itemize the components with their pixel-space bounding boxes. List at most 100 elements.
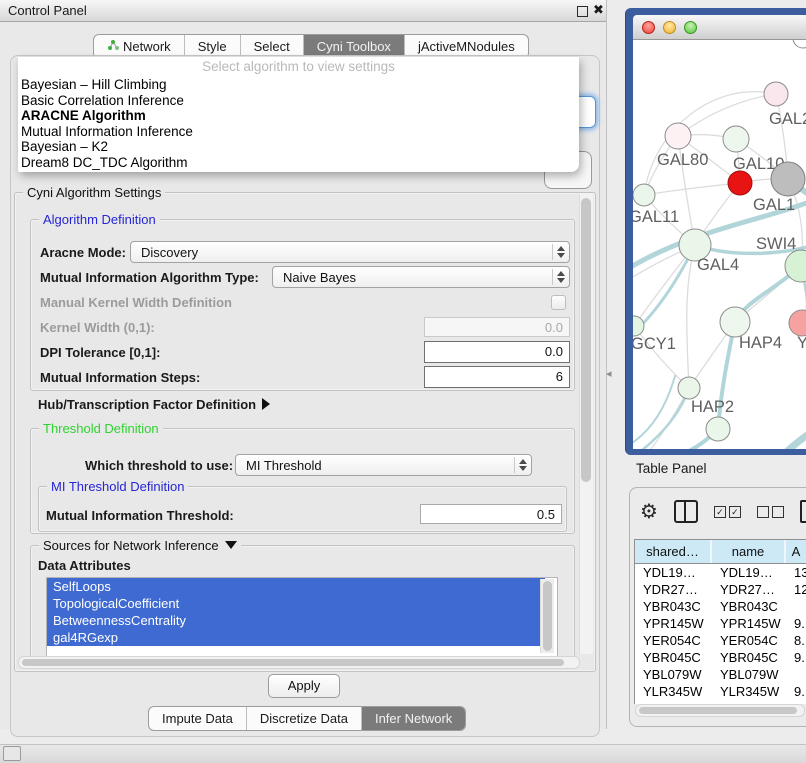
table-panel: ⚙ ✓✓ shared…nameA YDL19…YDL19…13YDR27…YD… — [629, 487, 806, 727]
split-columns-icon[interactable] — [674, 500, 698, 523]
node-GAL80[interactable] — [665, 123, 691, 149]
network-window-titlebar[interactable] — [633, 15, 806, 40]
close-traffic-light-icon[interactable] — [642, 21, 655, 34]
expanded-arrow-icon — [225, 541, 237, 549]
column-header-1[interactable]: shared… — [635, 540, 712, 563]
table-hscrollbar-thumb[interactable] — [639, 707, 797, 714]
table-row[interactable]: YDR27…YDR27…12 — [635, 581, 806, 598]
mi-type-value: Naive Bayes — [273, 270, 552, 285]
node-top-edge-node[interactable] — [793, 40, 806, 48]
apply-button[interactable]: Apply — [268, 674, 340, 698]
kernel-width-label: Kernel Width (0,1): — [40, 320, 155, 335]
node-GAL11[interactable] — [633, 184, 655, 206]
table-cell: 8. — [786, 632, 806, 649]
data-attributes-list[interactable]: SelfLoopsTopologicalCoefficientBetweenne… — [46, 577, 558, 657]
dpi-tolerance-field[interactable]: 0.0 — [424, 341, 570, 363]
deselect-all-icon[interactable] — [757, 506, 784, 518]
node-GAL2[interactable] — [764, 82, 788, 106]
settings-scrollbar-thumb[interactable] — [581, 198, 591, 482]
algorithm-option[interactable]: Dream8 DC_TDC Algorithm — [18, 155, 579, 171]
algorithm-option[interactable]: ARACNE Algorithm — [18, 108, 579, 124]
node-GAL1[interactable] — [728, 171, 752, 195]
select-all-icon[interactable]: ✓✓ — [714, 506, 741, 518]
mi-type-combo[interactable]: Naive Bayes — [272, 266, 570, 288]
aracne-mode-label: Aracne Mode: — [40, 245, 126, 260]
zoom-traffic-light-icon[interactable] — [684, 21, 697, 34]
close-icon[interactable]: ✖ — [593, 2, 604, 18]
node-gray-node[interactable] — [771, 162, 805, 196]
node-Y-node[interactable] — [789, 310, 806, 336]
manual-kernel-label: Manual Kernel Width Definition — [40, 295, 232, 310]
tab-label: Infer Network — [375, 707, 452, 730]
algorithm-option[interactable]: Basic Correlation Inference — [18, 93, 579, 109]
network-edge — [644, 183, 740, 195]
settings-gear-icon[interactable]: ⚙ — [640, 502, 658, 522]
node-GAL10[interactable] — [723, 126, 749, 152]
hub-definition-label: Hub/Transcription Factor Definition — [38, 397, 256, 412]
network-view-window: GAL2GAL80GAL10GAL1GAL11SWI4GAL4GCY1HAP4Y… — [625, 8, 806, 455]
threshold-definition-title: Threshold Definition — [39, 421, 163, 436]
algorithm-option[interactable]: Bayesian – K2 — [18, 139, 579, 155]
settings-vertical-scrollbar[interactable] — [579, 194, 593, 654]
dpi-tolerance-label: DPI Tolerance [0,1]: — [40, 345, 160, 360]
sources-title-text: Sources for Network Inference — [43, 538, 219, 553]
float-icon[interactable] — [577, 6, 588, 17]
collapsed-arrow-icon — [262, 398, 270, 410]
node-HAP4[interactable] — [720, 307, 750, 337]
table-row[interactable]: YLR345WYLR345W9. — [635, 683, 806, 700]
attribute-item[interactable]: SelfLoops — [47, 578, 545, 595]
node-bottom-node[interactable] — [706, 417, 730, 441]
table-row[interactable]: YDL19…YDL19…13 — [635, 564, 806, 581]
mi-threshold-field[interactable]: 0.5 — [420, 504, 562, 524]
table-header-row: shared…nameA — [635, 540, 806, 564]
aracne-mode-combo[interactable]: Discovery — [130, 241, 570, 263]
panel-collapse-handle[interactable]: ◂ — [606, 367, 612, 380]
table-row[interactable]: YBR045CYBR045C9. — [635, 649, 806, 666]
attribute-item[interactable]: TopologicalCoefficient — [47, 595, 545, 612]
mi-steps-label: Mutual Information Steps: — [40, 370, 200, 385]
node-label-GAL1: GAL1 — [753, 196, 795, 214]
attribute-item[interactable]: BetweennessCentrality — [47, 612, 545, 629]
table-row[interactable]: YBL079WYBL079W — [635, 666, 806, 683]
new-table-icon[interactable] — [800, 500, 806, 523]
table-cell: YBL079W — [712, 666, 786, 683]
table-row[interactable]: YBR043CYBR043C — [635, 598, 806, 615]
attribute-item[interactable]: gal4RGexp — [47, 629, 545, 646]
table-cell: YBR045C — [635, 649, 712, 666]
node-HAP2[interactable] — [678, 377, 700, 399]
aracne-mode-value: Discovery — [131, 245, 552, 260]
attributes-vertical-scrollbar[interactable] — [540, 579, 554, 653]
mi-steps-field[interactable]: 6 — [424, 366, 570, 388]
table-toolbar: ⚙ ✓✓ — [640, 500, 806, 523]
network-edge — [633, 376, 675, 445]
tab-discretize-data[interactable]: Discretize Data — [246, 707, 361, 730]
minimize-traffic-light-icon[interactable] — [663, 21, 676, 34]
table-cell: YDL19… — [712, 564, 786, 581]
kernel-width-field[interactable]: 0.0 — [424, 317, 570, 337]
tab-infer-network[interactable]: Infer Network — [361, 707, 465, 730]
manual-kernel-checkbox[interactable] — [551, 295, 566, 310]
minimized-panel-button[interactable] — [3, 746, 21, 761]
attributes-scrollbar-thumb[interactable] — [543, 581, 552, 651]
table-horizontal-scrollbar[interactable] — [635, 704, 805, 717]
hub-definition-toggle[interactable]: Hub/Transcription Factor Definition — [38, 397, 270, 412]
settings-hscrollbar-thumb[interactable] — [22, 659, 564, 666]
algorithm-option[interactable]: Bayesian – Hill Climbing — [18, 77, 579, 93]
table-cell: YDR27… — [635, 581, 712, 598]
algorithm-option[interactable]: Mutual Information Inference — [18, 124, 579, 140]
node-table[interactable]: shared…nameA YDL19…YDL19…13YDR27…YDR27…1… — [634, 539, 806, 704]
node-label-HAP4: HAP4 — [739, 334, 782, 352]
table-row[interactable]: YER054CYER054C8. — [635, 632, 806, 649]
table-cell: YPR145W — [635, 615, 712, 632]
node-label-Y-node: Y — [797, 334, 806, 352]
column-header-3[interactable]: A — [786, 540, 806, 563]
sources-title[interactable]: Sources for Network Inference — [39, 538, 241, 553]
node-GCY1[interactable] — [633, 316, 644, 336]
table-cell: YBL079W — [635, 666, 712, 683]
settings-horizontal-scrollbar[interactable] — [18, 656, 580, 669]
tab-impute-data[interactable]: Impute Data — [149, 707, 246, 730]
which-threshold-combo[interactable]: MI Threshold — [235, 454, 532, 476]
network-canvas[interactable]: GAL2GAL80GAL10GAL1GAL11SWI4GAL4GCY1HAP4Y… — [633, 40, 806, 449]
table-row[interactable]: YPR145WYPR145W9. — [635, 615, 806, 632]
column-header-2[interactable]: name — [712, 540, 786, 563]
